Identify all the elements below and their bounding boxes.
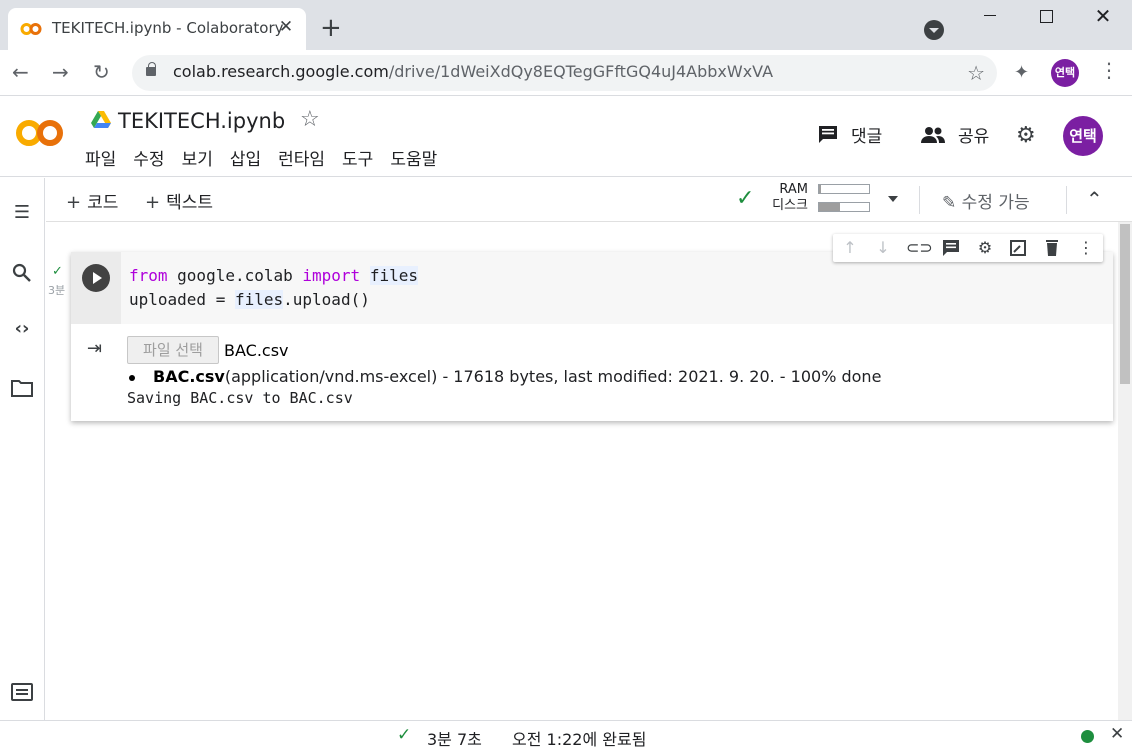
comment-icon[interactable] [940, 237, 962, 259]
pencil-icon: ✎ [942, 193, 962, 213]
colab-header: TEKITECH.ipynb ☆ 파일 수정 보기 삽입 런타임 도구 도움말 … [0, 97, 1132, 177]
resource-labels[interactable]: RAM 디스크 [764, 182, 808, 214]
folder-icon[interactable] [10, 376, 34, 400]
plus-icon: + [145, 192, 161, 213]
table-of-contents-icon[interactable]: ☰ [10, 202, 34, 226]
address-bar[interactable]: colab.research.google.com/drive/1dWeiXdQ… [132, 55, 997, 91]
execution-duration: 3분 7초 [427, 730, 482, 748]
ram-meter-fill [819, 185, 821, 193]
disk-meter-fill [819, 203, 840, 211]
code-editor[interactable]: from google.colab import files uploaded … [121, 252, 1113, 324]
url-text[interactable]: colab.research.google.com/drive/1dWeiXdQ… [173, 62, 773, 81]
code-cell[interactable]: from google.colab import files uploaded … [71, 252, 1113, 421]
menu-tools[interactable]: 도구 [342, 145, 373, 170]
ram-meter[interactable] [818, 184, 870, 194]
bullet [129, 374, 135, 381]
add-text-button[interactable]: + 텍스트 [145, 188, 213, 213]
move-down-icon[interactable]: ↓ [872, 237, 894, 259]
cell-exec-time: 3분 [48, 284, 66, 297]
tab-close-icon[interactable]: ✕ [276, 17, 296, 37]
ram-label: RAM [779, 182, 808, 197]
divider [919, 186, 920, 214]
star-notebook-icon[interactable]: ☆ [300, 107, 320, 132]
mirror-cell-icon[interactable] [1007, 237, 1029, 259]
runtime-dropdown-icon[interactable] [888, 196, 898, 202]
chosen-file-name: BAC.csv [224, 341, 289, 360]
colab-favicon-icon [20, 23, 42, 35]
menu-bar: 파일 수정 보기 삽입 런타임 도구 도움말 [85, 145, 454, 170]
disk-label: 디스크 [772, 198, 808, 213]
browser-toolbar: ← → ↻ colab.research.google.com/drive/1d… [0, 50, 1132, 96]
disk-meter[interactable] [818, 202, 870, 212]
menu-runtime[interactable]: 런타임 [278, 145, 325, 170]
link-icon[interactable]: ⊂⊃ [906, 237, 933, 259]
maximize-icon[interactable] [1026, 4, 1066, 28]
menu-edit[interactable]: 수정 [133, 145, 164, 170]
output-options-icon[interactable]: ⇥ [87, 338, 102, 359]
browser-tabstrip: TEKITECH.ipynb - Colaboratory ✕ + ✕ [0, 0, 1132, 56]
plus-icon: + [66, 192, 82, 213]
cell-gutter [71, 252, 121, 324]
forward-icon[interactable]: → [52, 60, 69, 84]
lock-icon[interactable] [146, 62, 156, 76]
people-icon [921, 126, 945, 143]
notebook-title[interactable]: TEKITECH.ipynb [118, 109, 285, 133]
completion-time: 오전 1:22에 완료됨 [512, 730, 647, 748]
scrollbar-thumb[interactable] [1120, 224, 1130, 384]
terminal-icon[interactable] [11, 683, 33, 701]
add-code-button[interactable]: + 코드 [66, 188, 118, 213]
cell-settings-icon[interactable]: ⚙ [974, 237, 996, 259]
more-options-icon[interactable]: ⋮ [1075, 237, 1097, 259]
editing-mode-button[interactable]: ✎ 수정 가능 [942, 188, 1030, 213]
window-close-icon[interactable]: ✕ [1083, 4, 1123, 28]
status-check-icon: ✓ [397, 725, 412, 745]
comment-button[interactable]: 댓글 [817, 122, 882, 147]
comment-label: 댓글 [851, 127, 883, 147]
connected-check-icon[interactable]: ✓ [736, 186, 754, 211]
browser-tab[interactable]: TEKITECH.ipynb - Colaboratory ✕ [8, 8, 306, 56]
bookmark-star-icon[interactable]: ☆ [967, 61, 985, 85]
browser-menu-icon[interactable]: ⋮ [1099, 58, 1119, 82]
reload-icon[interactable]: ↻ [93, 60, 110, 84]
connection-status-dot-icon[interactable] [1081, 730, 1094, 743]
tab-title: TEKITECH.ipynb - Colaboratory [52, 19, 284, 37]
menu-file[interactable]: 파일 [85, 145, 116, 170]
saving-message: Saving BAC.csv to BAC.csv [127, 389, 353, 407]
cell-output: ⇥ 파일 선택 BAC.csv BAC.csv(application/vnd.… [71, 324, 1113, 421]
status-close-icon[interactable]: ✕ [1110, 724, 1124, 744]
share-button[interactable]: 공유 [920, 122, 989, 147]
share-label: 공유 [958, 127, 990, 147]
cell-toolbar: + 코드 + 텍스트 ✓ RAM 디스크 ✎ 수정 가능 ⌃ [46, 178, 1132, 222]
browser-profile-avatar[interactable]: 연택 [1051, 59, 1079, 87]
new-tab-icon[interactable]: + [320, 14, 342, 42]
upload-status-line: BAC.csv(application/vnd.ms-excel) - 1761… [129, 367, 881, 386]
google-drive-icon[interactable] [91, 111, 111, 129]
run-cell-button[interactable] [82, 264, 110, 292]
divider [1066, 186, 1067, 214]
choose-file-button[interactable]: 파일 선택 [127, 336, 219, 364]
colab-logo-icon[interactable] [14, 117, 66, 149]
collapse-header-icon[interactable]: ⌃ [1086, 187, 1103, 211]
tab-search-icon[interactable] [924, 20, 944, 40]
code-snippets-icon[interactable]: ‹› [10, 318, 34, 342]
menu-view[interactable]: 보기 [182, 145, 213, 170]
search-icon[interactable] [10, 261, 34, 285]
minimize-icon[interactable] [970, 4, 1010, 28]
left-rail: ☰ ‹› [0, 178, 45, 720]
menu-insert[interactable]: 삽입 [230, 145, 261, 170]
move-up-icon[interactable]: ↑ [839, 237, 861, 259]
cell-action-toolbar: ↑ ↓ ⊂⊃ ⚙ ⋮ [833, 234, 1103, 262]
settings-gear-icon[interactable]: ⚙ [1016, 123, 1036, 148]
code-line: uploaded = files.upload() [129, 290, 370, 309]
menu-help[interactable]: 도움말 [390, 145, 437, 170]
back-icon[interactable]: ← [12, 60, 29, 84]
account-avatar[interactable]: 연택 [1063, 116, 1103, 156]
comment-icon [819, 125, 837, 143]
status-bar: ✓ 3분 7초 오전 1:22에 완료됨 ✕ [0, 720, 1132, 748]
extensions-icon[interactable]: ✦ [1014, 62, 1029, 83]
cell-exec-check-icon: ✓ [52, 264, 63, 279]
code-line: from google.colab import files [129, 266, 418, 285]
delete-icon[interactable] [1041, 237, 1063, 259]
